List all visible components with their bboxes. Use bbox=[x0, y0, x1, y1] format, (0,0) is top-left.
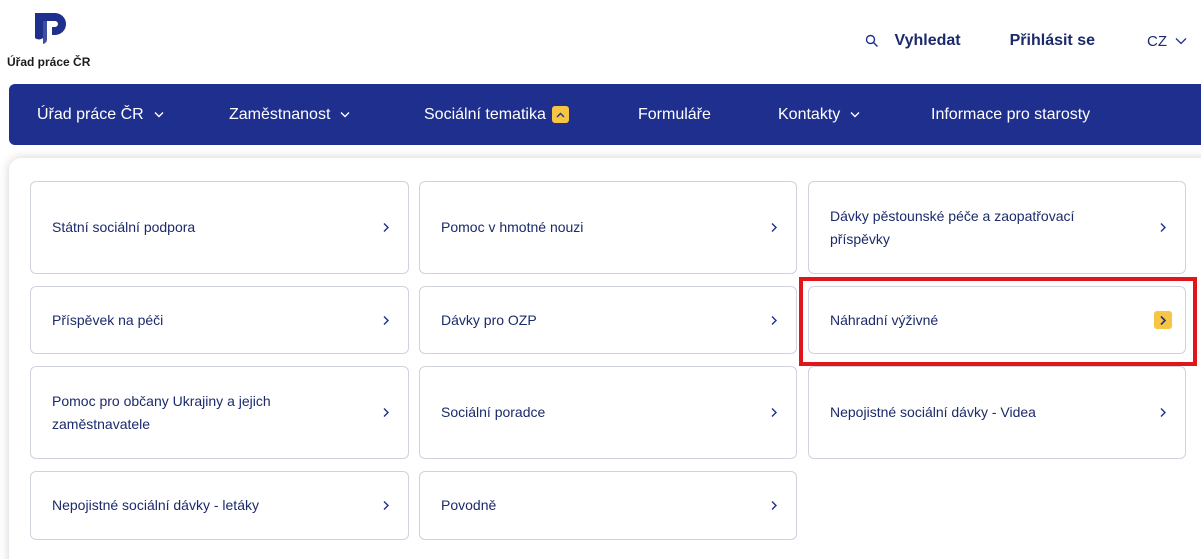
nav-item-kontakty[interactable]: Kontakty bbox=[778, 84, 860, 145]
menu-card-label: Státní sociální podpora bbox=[52, 219, 196, 235]
chevron-right-icon bbox=[383, 223, 389, 232]
logo-text: Úřad práce ČR bbox=[7, 55, 91, 69]
chevron-down-icon bbox=[850, 112, 860, 118]
menu-card-prispevek-na-peci[interactable]: Příspěvek na péči bbox=[30, 286, 409, 354]
chevron-down-icon bbox=[340, 112, 350, 118]
header-actions: Vyhledat Přihlásit se CZ bbox=[865, 30, 1201, 52]
chevron-right-icon bbox=[383, 315, 389, 325]
chevron-right-icon bbox=[771, 223, 777, 232]
menu-card-label: Sociální poradce bbox=[441, 404, 546, 420]
nav-item-label: Úřad práce ČR bbox=[37, 105, 144, 123]
search-icon bbox=[865, 34, 878, 47]
chevron-right-icon bbox=[771, 408, 777, 417]
nav-item-label: Sociální tematika bbox=[424, 105, 546, 123]
chevron-up-icon bbox=[551, 106, 569, 123]
chevron-right-icon bbox=[1160, 223, 1166, 232]
nav-item-socialni-tematika[interactable]: Sociální tematika bbox=[424, 84, 569, 145]
menu-card-label: Náhradní výživné bbox=[830, 311, 939, 328]
login-link[interactable]: Přihlásit se bbox=[1010, 32, 1095, 50]
menu-card-label: Pomoc pro občany Ukrajiny a jejich zaměs… bbox=[52, 392, 271, 432]
main-navigation: Úřad práce ČR Zaměstnanost Sociální tema… bbox=[9, 84, 1201, 145]
chevron-right-icon bbox=[1160, 315, 1167, 325]
menu-card-nepojistne-davky-letaky[interactable]: Nepojistné sociální dávky - letáky bbox=[30, 471, 409, 540]
chevron-right-icon bbox=[771, 501, 777, 510]
menu-card-label: Nepojistné sociální dávky - letáky bbox=[52, 497, 259, 513]
menu-card-label: Nepojistné sociální dávky - Videa bbox=[830, 404, 1036, 420]
menu-card-socialni-poradce[interactable]: Sociální poradce bbox=[419, 366, 797, 459]
nav-item-label: Kontakty bbox=[778, 105, 841, 123]
menu-card-nahradni-vyzivne[interactable]: Náhradní výživné bbox=[808, 286, 1186, 354]
menu-card-label: Pomoc v hmotné nouzi bbox=[441, 219, 584, 235]
chevron-right-icon bbox=[771, 315, 777, 325]
chevron-down-icon bbox=[154, 112, 164, 118]
menu-card-povodne[interactable]: Povodně bbox=[419, 471, 797, 540]
logo-icon bbox=[35, 13, 66, 44]
menu-card-label: Dávky pěstounské péče a zaopatřovací pří… bbox=[830, 207, 1075, 247]
logo[interactable]: Úřad práce ČR bbox=[7, 10, 97, 72]
menu-card-nepojistne-davky-videa[interactable]: Nepojistné sociální dávky - Videa bbox=[808, 366, 1186, 459]
nav-item-label: Informace pro starosty bbox=[931, 105, 1091, 123]
chevron-right-icon bbox=[383, 408, 389, 417]
menu-card-label: Povodně bbox=[441, 497, 497, 513]
search-label: Vyhledat bbox=[894, 32, 961, 49]
chevron-right-icon bbox=[1160, 408, 1166, 417]
search-button[interactable]: Vyhledat bbox=[865, 32, 961, 50]
submenu-panel: Státní sociální podpora Pomoc v hmotné n… bbox=[9, 158, 1201, 559]
nav-item-formulare[interactable]: Formuláře bbox=[638, 84, 711, 145]
language-label: CZ bbox=[1147, 32, 1167, 50]
nav-item-informace-pro-starosty[interactable]: Informace pro starosty bbox=[931, 84, 1090, 145]
chevron-down-icon bbox=[1175, 38, 1187, 45]
nav-item-label: Formuláře bbox=[638, 105, 711, 123]
nav-item-zamestnanost[interactable]: Zaměstnanost bbox=[229, 84, 350, 145]
chevron-right-badge bbox=[1154, 311, 1172, 329]
menu-card-label: Dávky pro OZP bbox=[441, 311, 537, 328]
menu-card-davky-pestounske-pece[interactable]: Dávky pěstounské péče a zaopatřovací pří… bbox=[808, 181, 1186, 274]
menu-card-davky-pro-ozp[interactable]: Dávky pro OZP bbox=[419, 286, 797, 354]
menu-card-pomoc-v-hmotne-nouzi[interactable]: Pomoc v hmotné nouzi bbox=[419, 181, 797, 274]
language-selector[interactable]: CZ bbox=[1147, 33, 1187, 50]
nav-item-label: Zaměstnanost bbox=[229, 105, 331, 123]
nav-item-urad-prace[interactable]: Úřad práce ČR bbox=[37, 84, 164, 145]
menu-card-statni-socialni-podpora[interactable]: Státní sociální podpora bbox=[30, 181, 409, 274]
menu-card-label: Příspěvek na péči bbox=[52, 311, 164, 328]
chevron-right-icon bbox=[383, 501, 389, 510]
menu-card-pomoc-pro-obcany-ukrajiny[interactable]: Pomoc pro občany Ukrajiny a jejich zaměs… bbox=[30, 366, 409, 459]
